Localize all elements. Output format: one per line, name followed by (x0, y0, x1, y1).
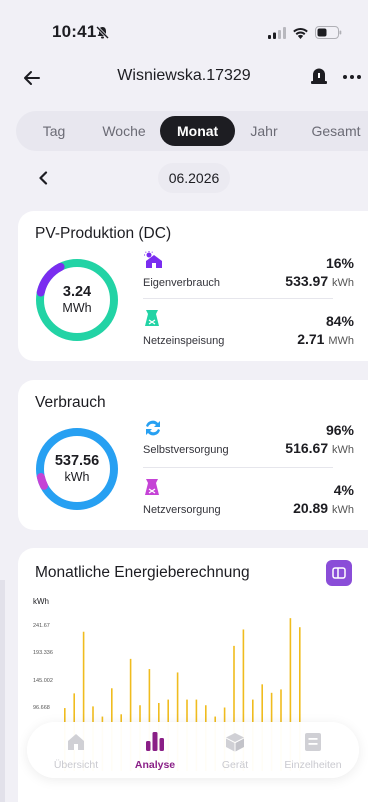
y-tick-label: 96.668 (33, 705, 50, 711)
tab-week[interactable]: Woche (92, 123, 156, 139)
grid-feed-amount: 2.71 (297, 331, 325, 347)
self-consumption-amount: 533.97 (285, 273, 329, 289)
document-icon (305, 733, 321, 751)
y-tick-label: 193.336 (33, 650, 53, 656)
self-consumption-label: Eigenverbrauch (143, 277, 221, 289)
bar-chart-icon (146, 732, 164, 751)
pv-card-title: PV-Produktion (DC) (35, 225, 172, 242)
self-supply-unit: kWh (332, 444, 354, 456)
self-supply-percent: 96% (325, 422, 354, 438)
grid-supply-amount: 20.89 (293, 500, 329, 516)
consumption-divider (143, 467, 333, 468)
y-tick-label: 241.67 (33, 623, 50, 629)
consumption-total-unit: kWh (64, 470, 90, 484)
battery-icon (315, 26, 342, 39)
consumption-card-title: Verbrauch (35, 394, 106, 411)
status-bar: 10:41 (0, 0, 368, 62)
chart-view-toggle-button[interactable] (326, 560, 352, 586)
nav-label-details: Einzelheiten (284, 759, 342, 771)
box-icon (226, 733, 244, 752)
tab-total[interactable]: Gesamt (304, 123, 368, 139)
self-consumption-metric: 16% Eigenverbrauch 533.97 kWh (143, 251, 354, 296)
grid-supply-percent: 4% (333, 482, 354, 498)
self-supply-label: Selbstversorgung (143, 444, 229, 456)
nav-item-details[interactable]: Einzelheiten (273, 730, 353, 771)
date-selector: 06.2026 (0, 163, 368, 195)
consumption-total: 537.56 kWh (32, 453, 122, 484)
pv-production-card: PV-Produktion (DC) 3.24 MWh 16% Eigenver… (18, 211, 368, 361)
consumption-total-value: 537.56 (54, 453, 100, 469)
self-supply-value: 516.67 kWh (285, 440, 354, 456)
grid-feed-percent: 84% (325, 313, 354, 329)
alarm-icon[interactable] (308, 65, 330, 87)
power-tower-icon (145, 479, 159, 495)
nav-label-analysis: Analyse (134, 759, 176, 771)
wifi-icon (293, 27, 308, 39)
chevron-left-icon[interactable] (38, 171, 48, 185)
power-tower-icon (145, 310, 159, 326)
self-consumption-value: 533.97 kWh (285, 273, 354, 289)
nav-label-device: Gerät (221, 759, 249, 771)
pv-total: 3.24 MWh (32, 284, 122, 315)
nav-item-analysis[interactable]: Analyse (115, 730, 195, 771)
tab-day[interactable]: Tag (26, 123, 82, 139)
period-tabs: Tag Woche Monat Jahr Gesamt (16, 111, 368, 151)
grid-feed-metric: 84% Netzeinspeisung 2.71 MWh (143, 309, 354, 354)
nav-label-overview: Übersicht (53, 759, 99, 771)
grid-feed-value: 2.71 MWh (297, 331, 354, 347)
bottom-navigation: Übersicht Analyse Gerät Einzelheiten (27, 722, 359, 778)
bell-slash-icon (95, 25, 110, 40)
date-picker[interactable]: 06.2026 (158, 163, 230, 193)
nav-item-overview[interactable]: Übersicht (36, 730, 116, 771)
self-consumption-unit: kWh (332, 277, 354, 289)
consumption-card: Verbrauch 537.56 kWh 96% Selbstversorgun… (18, 380, 368, 530)
pv-total-unit: MWh (62, 301, 92, 315)
status-time: 10:41 (52, 22, 97, 41)
pv-divider (143, 298, 333, 299)
home-icon (68, 734, 84, 750)
self-supply-metric: 96% Selbstversorgung 516.67 kWh (143, 418, 354, 463)
grid-feed-label: Netzeinspeisung (143, 335, 225, 347)
pv-total-value: 3.24 (62, 284, 92, 300)
nav-item-device[interactable]: Gerät (195, 730, 275, 771)
y-tick-label: 145.002 (33, 678, 53, 684)
grid-supply-label: Netzversorgung (143, 504, 221, 516)
y-axis-label: kWh (33, 597, 49, 606)
cycle-arrows-icon (146, 420, 160, 436)
status-indicators (268, 26, 342, 39)
signal-icon (268, 26, 286, 39)
grid-supply-unit: kWh (332, 504, 354, 516)
self-consumption-percent: 16% (325, 255, 354, 271)
header: Wisniewska.17329 (0, 62, 368, 102)
more-options-icon[interactable] (342, 74, 362, 80)
grid-supply-metric: 4% Netzversorgung 20.89 kWh (143, 478, 354, 523)
left-edge-strip (0, 580, 5, 802)
grid-feed-unit: MWh (328, 335, 354, 347)
grid-supply-value: 20.89 kWh (293, 500, 354, 516)
switch-view-icon (332, 567, 346, 579)
chart-card-title: Monatliche Energieberechnung (35, 564, 250, 581)
self-supply-amount: 516.67 (285, 440, 329, 456)
tab-year[interactable]: Jahr (238, 123, 290, 139)
tab-month[interactable]: Monat (160, 116, 236, 146)
house-sun-icon (144, 251, 162, 268)
